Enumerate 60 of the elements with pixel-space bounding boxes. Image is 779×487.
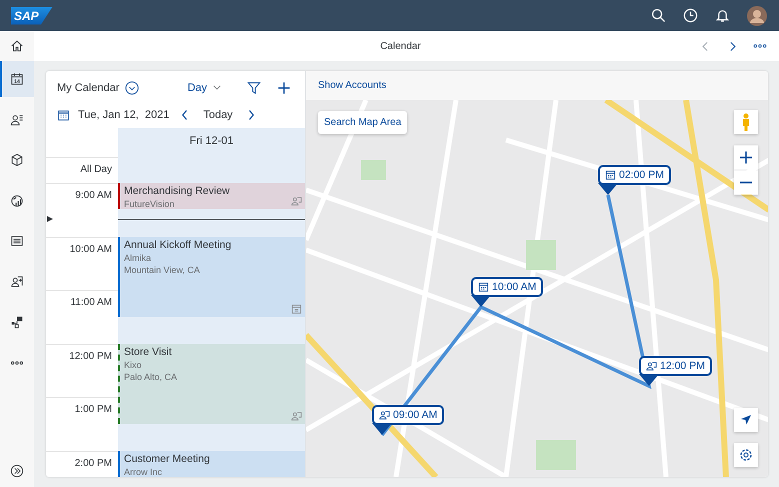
event-detail: Kixo <box>124 358 143 370</box>
chart-icon <box>10 194 24 208</box>
park-area <box>526 240 556 270</box>
list-icon <box>10 234 24 248</box>
people-icon <box>291 410 302 420</box>
park-area <box>361 160 386 180</box>
settings-icon[interactable] <box>734 443 758 467</box>
calendar-icon <box>605 170 616 180</box>
calendar-icon[interactable] <box>57 108 70 122</box>
locate-icon[interactable] <box>734 408 758 432</box>
search-map-area-button[interactable]: Search Map Area <box>318 111 408 134</box>
calendar-label: My Calendar <box>57 82 120 94</box>
caret-icon <box>213 85 221 90</box>
event-title: Store Visit <box>124 346 173 358</box>
expand-icon[interactable] <box>10 464 24 478</box>
event-detail: FutureVision <box>124 198 176 210</box>
event-detail: Mountain View, CA <box>124 264 201 276</box>
zoom-in-icon[interactable] <box>734 145 758 170</box>
day-header: Fri 12-01 <box>118 128 305 157</box>
view-mode-select[interactable]: Day <box>187 82 221 94</box>
dropdown-icon[interactable] <box>125 80 140 94</box>
calendar-event[interactable]: Customer Meeting Arrow Inc <box>118 450 305 477</box>
event-detail: Palo Alto, CA <box>124 370 178 382</box>
event-detail: Almika <box>124 252 152 264</box>
filter-icon[interactable] <box>247 80 261 94</box>
time-slot[interactable] <box>118 236 305 290</box>
hierarchy-icon <box>10 315 24 329</box>
calendar-event[interactable]: Merchandising Review FutureVision <box>118 183 305 209</box>
event-title: Customer Meeting <box>124 452 211 466</box>
contacts-icon <box>10 112 24 126</box>
today-button[interactable]: Today <box>197 109 239 121</box>
people-icon <box>379 410 390 420</box>
time-slot[interactable] <box>118 344 305 397</box>
time-slot[interactable] <box>118 183 305 236</box>
event-title: Merchandising Review <box>124 185 231 198</box>
event-title: Annual Kickoff Meeting <box>124 238 232 252</box>
calendar-icon <box>291 304 302 314</box>
calendar-event[interactable]: Store Visit Kixo Palo Alto, CA <box>118 344 305 424</box>
previous-icon[interactable] <box>181 109 190 121</box>
more-icon[interactable] <box>753 43 767 49</box>
clock-icon[interactable] <box>683 8 698 23</box>
next-icon[interactable] <box>246 109 255 121</box>
park-area <box>536 440 576 470</box>
page-title: Calendar <box>380 40 421 52</box>
logo[interactable]: SAP <box>11 6 53 24</box>
avatar-icon[interactable] <box>747 6 767 26</box>
date-label: Tue, Jan 12, 2021 <box>78 109 170 121</box>
notifications-icon[interactable] <box>715 8 730 23</box>
calendar-event[interactable]: Annual Kickoff Meeting Almika Mountain View, CA <box>118 236 305 316</box>
calendar-icon <box>478 282 489 292</box>
people-icon <box>291 196 302 206</box>
home-icon[interactable] <box>10 39 24 53</box>
box-icon <box>10 153 24 167</box>
person-arrow-icon <box>10 274 24 288</box>
add-icon[interactable] <box>277 80 291 94</box>
event-detail: Arrow Inc <box>124 466 164 477</box>
search-icon[interactable] <box>651 8 666 23</box>
current-time-marker-icon <box>47 216 53 222</box>
people-icon <box>646 361 657 371</box>
show-accounts-link[interactable]: Show Accounts <box>318 80 386 91</box>
